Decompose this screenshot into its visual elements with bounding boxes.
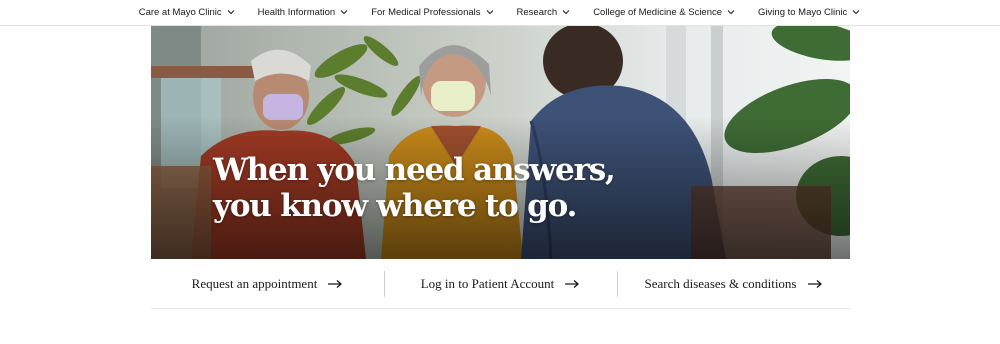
quick-link-label: Log in to Patient Account	[420, 275, 555, 291]
hero-banner: When you need answers, you know where to…	[151, 26, 850, 259]
nav-label: Giving to Mayo Clinic	[758, 7, 848, 18]
chevron-down-icon	[227, 10, 234, 15]
patient-account-login-link[interactable]: Log in to Patient Account	[384, 259, 617, 309]
request-appointment-link[interactable]: Request an appointment	[151, 259, 384, 309]
nav-label: For Medical Professionals	[371, 7, 481, 18]
quick-link-label: Search diseases & conditions	[644, 275, 797, 291]
search-diseases-conditions-link[interactable]: Search diseases & conditions	[617, 259, 850, 309]
quick-links-bar: Request an appointment Log in to Patient…	[151, 259, 850, 309]
nav-college-of-medicine-and-science[interactable]: College of Medicine & Science	[582, 0, 747, 26]
hero-headline-line2: you know where to go.	[213, 188, 577, 224]
nav-label: Care at Mayo Clinic	[138, 7, 222, 18]
nav-label: Health Information	[257, 7, 336, 18]
nav-giving-to-mayo-clinic[interactable]: Giving to Mayo Clinic	[747, 0, 872, 26]
chevron-down-icon	[562, 10, 570, 15]
top-navigation: Care at Mayo Clinic Health Information F…	[0, 0, 1000, 26]
chevron-down-icon	[340, 10, 348, 15]
nav-care-at-mayo-clinic[interactable]: Care at Mayo Clinic	[128, 0, 247, 26]
hero-headline: When you need answers, you know where to…	[213, 152, 616, 224]
chevron-down-icon	[852, 10, 860, 15]
quick-link-label: Request an appointment	[191, 275, 318, 291]
hero-photo	[151, 26, 850, 259]
nav-research[interactable]: Research	[506, 0, 583, 26]
arrow-right-icon	[565, 279, 580, 288]
nav-label: College of Medicine & Science	[593, 7, 723, 18]
hero-headline-line1: When you need answers,	[213, 152, 616, 188]
chevron-down-icon	[727, 10, 735, 15]
nav-health-information[interactable]: Health Information	[247, 0, 361, 26]
nav-for-medical-professionals[interactable]: For Medical Professionals	[360, 0, 505, 26]
arrow-right-icon	[807, 279, 822, 288]
arrow-right-icon	[328, 279, 343, 288]
nav-label: Research	[516, 7, 558, 18]
chevron-down-icon	[486, 10, 493, 15]
